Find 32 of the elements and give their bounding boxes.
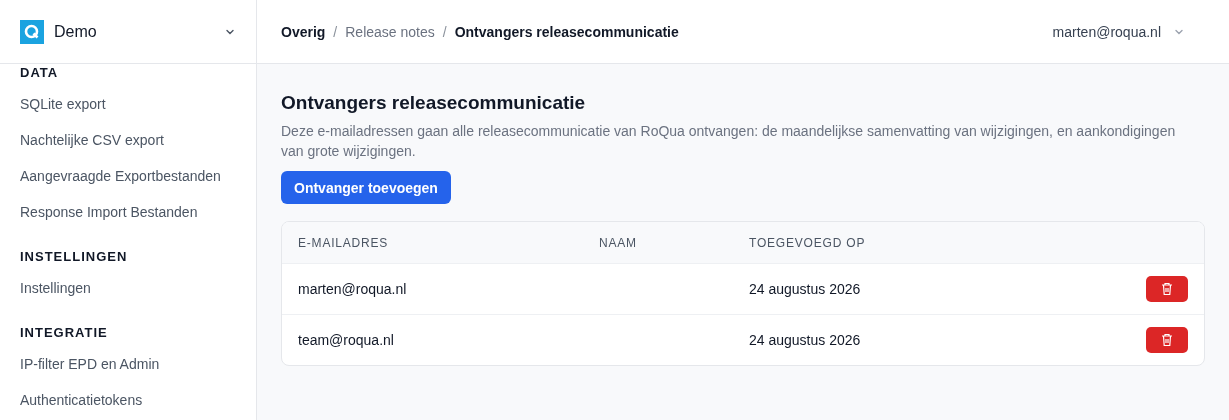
sidebar-link[interactable]: IP-filter EPD en Admin bbox=[20, 346, 160, 382]
sidebar-link[interactable]: Nachtelijke CSV export bbox=[20, 122, 164, 158]
sidebar-link[interactable]: Aangevraagde Exportbestanden bbox=[20, 158, 221, 194]
section-heading: DATA bbox=[20, 63, 60, 82]
delete-button[interactable] bbox=[1146, 327, 1188, 353]
section-heading: INSTELLINGEN bbox=[20, 247, 129, 266]
delete-button[interactable] bbox=[1146, 276, 1188, 302]
breadcrumb-link[interactable]: Overig bbox=[281, 23, 326, 40]
page-title: Ontvangers releasecommunicatie bbox=[281, 92, 587, 114]
sidebar-link[interactable]: SQLite export bbox=[20, 86, 106, 122]
column-header: NAAM bbox=[599, 235, 638, 250]
add-recipient-button[interactable]: Ontvanger toevoegen bbox=[281, 171, 451, 204]
page-description: Deze e-mailadressen gaan alle releasecommunicatie van RoQua ontvangen: de maandelijkse samenvatting van wijzigingen, en aankondigingen van grote wijzigingen. bbox=[281, 122, 1177, 161]
breadcrumb-separator: / bbox=[442, 23, 447, 40]
organization-name: Demo bbox=[54, 22, 98, 41]
user-menu[interactable]: marten@roqua.nl bbox=[1052, 23, 1185, 40]
trash-icon bbox=[1161, 282, 1173, 296]
date-cell-text: 24 augustus 2026 bbox=[749, 281, 862, 297]
logo-icon bbox=[20, 19, 44, 44]
sidebar-link[interactable]: Response Import Bestanden bbox=[20, 194, 198, 230]
trash-icon bbox=[1161, 333, 1173, 347]
date-cell-text: 24 augustus 2026 bbox=[749, 332, 862, 348]
section-heading: INTEGRATIE bbox=[20, 323, 109, 342]
email-cell-text: team@roqua.nl bbox=[298, 332, 395, 348]
column-header: E-MAILADRES bbox=[298, 235, 390, 250]
breadcrumb-separator: / bbox=[333, 23, 338, 40]
sidebar-link[interactable]: Instellingen bbox=[20, 270, 91, 306]
breadcrumb-link[interactable]: Ontvangers releasecommunicatie bbox=[454, 23, 679, 40]
sidebar-link[interactable]: Authenticatietokens bbox=[20, 382, 143, 418]
column-header: TOEGEVOEGD OP bbox=[749, 235, 867, 250]
breadcrumb-link[interactable]: Release notes bbox=[345, 23, 435, 40]
email-cell-text: marten@roqua.nl bbox=[298, 281, 408, 297]
